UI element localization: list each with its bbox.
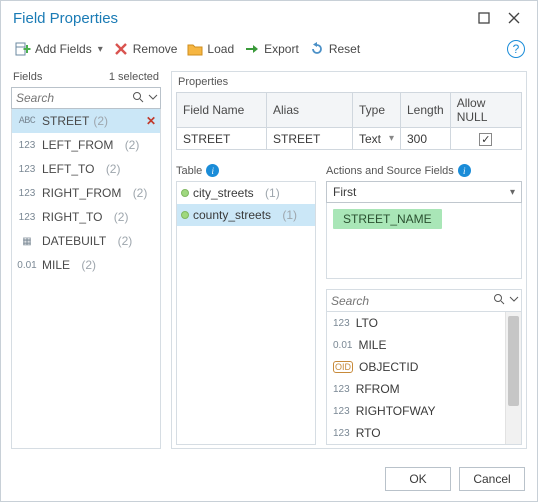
field-item[interactable]: 123LEFT_FROM (2)	[12, 133, 160, 157]
col-name[interactable]: Field Name	[177, 93, 267, 128]
table-item[interactable]: county_streets (1)	[177, 204, 315, 226]
remove-label: Remove	[133, 42, 178, 56]
properties-header: Properties	[176, 76, 522, 88]
cell-name[interactable]: STREET	[177, 128, 267, 150]
reset-button[interactable]: Reset	[307, 39, 362, 59]
cell-type[interactable]: Text▾	[353, 128, 401, 150]
source-field-item[interactable]: 0.01MILE	[327, 334, 521, 356]
source-field-item[interactable]: OIDOBJECTID	[327, 356, 521, 378]
sources-search-input[interactable]	[327, 290, 521, 312]
field-item[interactable]: 123RIGHT_FROM (2)	[12, 181, 160, 205]
info-icon[interactable]: i	[458, 164, 471, 177]
tables-list: city_streets (1) county_streets (1)	[176, 181, 316, 445]
int-type-icon: 123	[16, 164, 38, 175]
merge-rule-select[interactable]: First ▾	[326, 181, 522, 203]
source-field-chip[interactable]: STREET_NAME	[333, 209, 442, 229]
cell-length[interactable]: 300	[401, 128, 451, 150]
cell-allownull[interactable]	[450, 128, 521, 150]
load-button[interactable]: Load	[185, 39, 236, 59]
search-icon	[493, 293, 505, 308]
table-header: Table	[176, 165, 202, 177]
field-item[interactable]: ▦DATEBUILT (2)	[12, 229, 160, 253]
load-label: Load	[207, 42, 234, 56]
toolbar: Add Fields ▾ Remove Load Export Reset ?	[1, 35, 537, 63]
layer-icon	[181, 211, 189, 219]
fields-search-input[interactable]	[11, 87, 161, 109]
field-label: STREET	[42, 114, 89, 128]
source-chip-zone[interactable]: STREET_NAME	[326, 203, 522, 279]
window-title: Field Properties	[13, 10, 469, 27]
source-field-item[interactable]: 123LTO	[327, 312, 521, 334]
minimize-button[interactable]	[469, 3, 499, 33]
reset-icon	[309, 41, 325, 57]
int-type-icon: 123	[16, 188, 38, 199]
search-icon	[132, 91, 144, 106]
field-item[interactable]: 123LEFT_TO (2)	[12, 157, 160, 181]
int-type-icon: 123	[16, 212, 38, 223]
source-field-item[interactable]: 123RTO	[327, 422, 521, 444]
help-button[interactable]: ?	[507, 40, 525, 58]
field-item[interactable]: ABC STREET (2) ✕	[12, 109, 160, 133]
titlebar: Field Properties	[1, 1, 537, 35]
field-item[interactable]: 123RIGHT_TO (2)	[12, 205, 160, 229]
col-type[interactable]: Type	[353, 93, 401, 128]
close-button[interactable]	[499, 3, 529, 33]
float-type-icon: 0.01	[16, 260, 38, 271]
actions-header: Actions and Source Fields	[326, 165, 454, 177]
table-item[interactable]: city_streets (1)	[177, 182, 315, 204]
source-field-item[interactable]: 123RIGHTOFWAY	[327, 400, 521, 422]
cancel-button[interactable]: Cancel	[459, 467, 525, 491]
field-count: (2)	[93, 114, 108, 128]
properties-table: Field Name Alias Type Length Allow NULL …	[176, 92, 522, 150]
add-fields-label: Add Fields	[35, 42, 92, 56]
scrollbar[interactable]	[505, 312, 521, 444]
fields-list: ABC STREET (2) ✕ 123LEFT_FROM (2) 123LEF…	[11, 109, 161, 449]
remove-field-icon[interactable]: ✕	[146, 114, 156, 128]
text-type-icon: ABC	[16, 116, 38, 127]
cell-alias[interactable]: STREET	[267, 128, 353, 150]
field-item[interactable]: 0.01MILE (2)	[12, 253, 160, 277]
ok-button[interactable]: OK	[385, 467, 451, 491]
source-field-item[interactable]: 123RFROM	[327, 378, 521, 400]
remove-button[interactable]: Remove	[111, 39, 180, 59]
reset-label: Reset	[329, 42, 360, 56]
remove-icon	[113, 41, 129, 57]
fields-header: Fields	[13, 71, 42, 83]
checkbox-icon[interactable]	[479, 133, 492, 146]
folder-icon	[187, 41, 203, 57]
chevron-down-icon: ▾	[510, 187, 515, 198]
col-allownull[interactable]: Allow NULL	[450, 93, 521, 128]
date-type-icon: ▦	[16, 236, 38, 247]
chevron-down-icon: ▾	[98, 44, 103, 55]
col-length[interactable]: Length	[401, 93, 451, 128]
layer-icon	[181, 189, 189, 197]
export-icon	[244, 41, 260, 57]
export-label: Export	[264, 42, 299, 56]
add-fields-button[interactable]: Add Fields ▾	[13, 39, 105, 59]
add-fields-icon	[15, 41, 31, 57]
export-button[interactable]: Export	[242, 39, 301, 59]
chevron-down-icon[interactable]	[148, 91, 158, 105]
fields-selected-count: 1 selected	[109, 71, 159, 83]
info-icon[interactable]: i	[206, 164, 219, 177]
sources-list: 123LTO 0.01MILE OIDOBJECTID 123RFROM 123…	[327, 312, 521, 444]
chevron-down-icon[interactable]	[509, 293, 519, 307]
col-alias[interactable]: Alias	[267, 93, 353, 128]
int-type-icon: 123	[16, 140, 38, 151]
